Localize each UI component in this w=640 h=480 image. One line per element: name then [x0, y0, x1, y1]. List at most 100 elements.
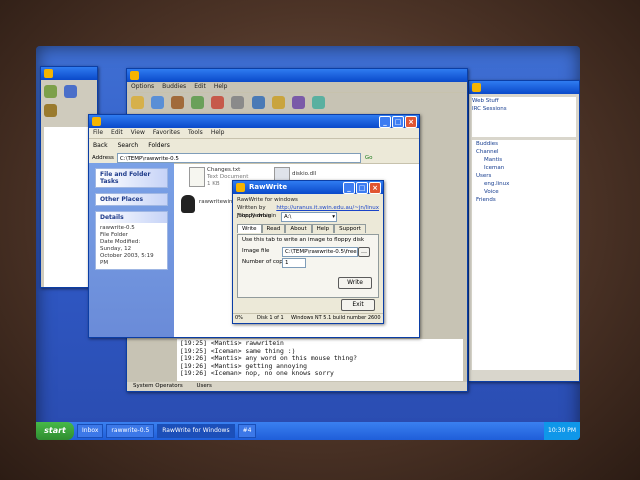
folders-button[interactable]: Folders — [148, 139, 170, 153]
floppy-drive-select[interactable]: A:\ ▾ — [281, 212, 337, 222]
toolbar-icon[interactable] — [251, 96, 265, 109]
toolbar-icon[interactable] — [44, 104, 57, 117]
search-button[interactable]: Search — [118, 139, 139, 153]
toolbar-icon[interactable] — [231, 96, 245, 109]
toolbar-icon[interactable] — [64, 85, 78, 98]
panel-header[interactable]: File and Folder Tasks — [96, 169, 167, 187]
tree-item[interactable]: Users — [476, 172, 576, 180]
details-line: Date Modified: Sunday, 12 — [100, 239, 141, 252]
address-label: Address — [92, 155, 114, 161]
tab-strip: Write Read About Help Support — [237, 224, 366, 233]
panel-header[interactable]: Details — [96, 212, 167, 223]
address-input[interactable]: C:\TEMP\rawwrite-0.5 — [116, 153, 361, 163]
tab-about[interactable]: About — [285, 224, 312, 233]
maximize-button[interactable]: □ — [392, 116, 404, 128]
tab-support[interactable]: Support — [334, 224, 366, 233]
buddy-tree: Buddies Channel Mantis Iceman Users eng.… — [472, 140, 576, 370]
file-tasks-panel[interactable]: File and Folder Tasks — [95, 168, 168, 188]
taskbar-item[interactable]: RawWrite for Windows — [157, 424, 235, 438]
go-button[interactable]: Go — [365, 153, 373, 163]
tree-item[interactable]: Voice — [476, 188, 576, 196]
toolbar-icon[interactable] — [191, 96, 205, 109]
other-places-panel[interactable]: Other Places — [95, 193, 168, 206]
menu-item[interactable]: Edit — [194, 82, 206, 92]
explorer-titlebar[interactable]: _ □ × — [89, 115, 419, 128]
exit-button[interactable]: Exit — [341, 299, 375, 311]
tab-write[interactable]: Write — [237, 224, 262, 233]
window-title: RawWrite — [249, 183, 288, 191]
clock[interactable]: 10:30 PM — [548, 427, 576, 434]
menu-item[interactable]: Buddies — [162, 82, 186, 92]
buddy-list-titlebar[interactable] — [469, 81, 579, 94]
menu-item[interactable]: File — [93, 128, 103, 138]
maximize-button[interactable]: □ — [356, 182, 368, 194]
tree-item[interactable]: Friends — [476, 196, 576, 204]
app-icon — [130, 71, 139, 80]
close-button[interactable]: × — [369, 182, 381, 194]
image-file-input[interactable]: C:\TEMP\rawwrite-0.5\freesco.bin — [282, 247, 358, 257]
tree-item[interactable]: Iceman — [476, 164, 576, 172]
status-item[interactable]: Users — [191, 383, 218, 389]
left-app-titlebar[interactable] — [41, 67, 97, 80]
toolbar-icon[interactable] — [151, 96, 165, 109]
menu-item[interactable]: Edit — [111, 128, 123, 138]
taskbar-item[interactable]: rawwrite-0.5 — [106, 424, 155, 438]
progress-text: 0% — [235, 315, 243, 321]
rawwrite-window[interactable]: RawWrite _ □ × RawWrite for windows Written… — [232, 180, 384, 324]
details-line: October 2003, 5:19 PM — [100, 253, 154, 266]
chat-titlebar[interactable] — [127, 69, 467, 82]
app-icon — [472, 83, 481, 92]
tree-item[interactable]: Mantis — [476, 156, 576, 164]
menu-item[interactable]: View — [131, 128, 145, 138]
write-button[interactable]: Write — [338, 277, 372, 289]
close-button[interactable]: × — [405, 116, 417, 128]
menu-item[interactable]: Help — [214, 82, 228, 92]
instructions: Use this tab to write an image to floppy… — [242, 237, 365, 243]
web-panel: Web Stuff IRC Sessions — [472, 97, 576, 137]
floppy-icon — [236, 183, 245, 192]
minimize-button[interactable]: _ — [343, 182, 355, 194]
os-version: Windows NT 5.1 build number 2600 — [291, 315, 381, 321]
back-button[interactable]: Back — [93, 139, 108, 153]
chat-log: [19:25] <Mantis> rawwritein [19:25] <Ice… — [177, 339, 463, 381]
rawwrite-titlebar[interactable]: RawWrite _ □ × — [233, 181, 383, 194]
browse-button[interactable]: … — [358, 247, 370, 257]
chevron-down-icon[interactable]: ▾ — [332, 213, 335, 221]
taskbar-item[interactable]: Inbox — [77, 424, 104, 438]
menu-item[interactable]: Tools — [188, 128, 203, 138]
buddy-list-window[interactable]: Web Stuff IRC Sessions Buddies Channel M… — [468, 80, 580, 382]
taskbar-item[interactable]: #4 — [237, 424, 257, 438]
toolbar-icon[interactable] — [131, 96, 144, 109]
menu-item[interactable]: Options — [131, 82, 154, 92]
system-tray: 10:30 PM — [544, 422, 580, 440]
tree-item[interactable]: IRC Sessions — [472, 105, 576, 113]
app-icon — [44, 69, 53, 78]
minimize-button[interactable]: _ — [379, 116, 391, 128]
image-file-label: Image file — [242, 248, 270, 254]
toolbar-icon[interactable] — [171, 96, 185, 109]
start-button[interactable]: start — [36, 422, 74, 440]
tree-item[interactable]: Channel — [476, 148, 576, 156]
toolbar-icon[interactable] — [311, 96, 325, 109]
toolbar-icon[interactable] — [211, 96, 225, 109]
rawwrite-statusbar: 0% Disk 1 of 1 Windows NT 5.1 build numb… — [233, 313, 383, 323]
tree-item[interactable]: Web Stuff — [472, 97, 576, 105]
explorer-menubar: File Edit View Favorites Tools Help — [89, 128, 419, 139]
toolbar-icon[interactable] — [44, 85, 57, 98]
status-item[interactable]: System Operators — [127, 383, 189, 389]
tree-item[interactable]: eng.linux — [476, 180, 576, 188]
floppy-value: A:\ — [284, 214, 292, 220]
tab-read[interactable]: Read — [261, 224, 286, 233]
toolbar-icon[interactable] — [291, 96, 305, 109]
panel-header[interactable]: Other Places — [96, 194, 167, 205]
menu-item[interactable]: Help — [211, 128, 225, 138]
tab-help[interactable]: Help — [311, 224, 335, 233]
left-app-list — [44, 127, 94, 287]
menu-item[interactable]: Favorites — [153, 128, 180, 138]
app-name: RawWrite for windows — [237, 197, 298, 203]
floppy-label: Floppy drive — [237, 213, 271, 219]
toolbar-icon[interactable] — [271, 96, 285, 109]
copies-input[interactable]: 1 — [282, 258, 306, 268]
tree-item[interactable]: Buddies — [476, 140, 576, 148]
details-panel[interactable]: Details rawwrite-0.5 File Folder Date Mo… — [95, 211, 168, 270]
